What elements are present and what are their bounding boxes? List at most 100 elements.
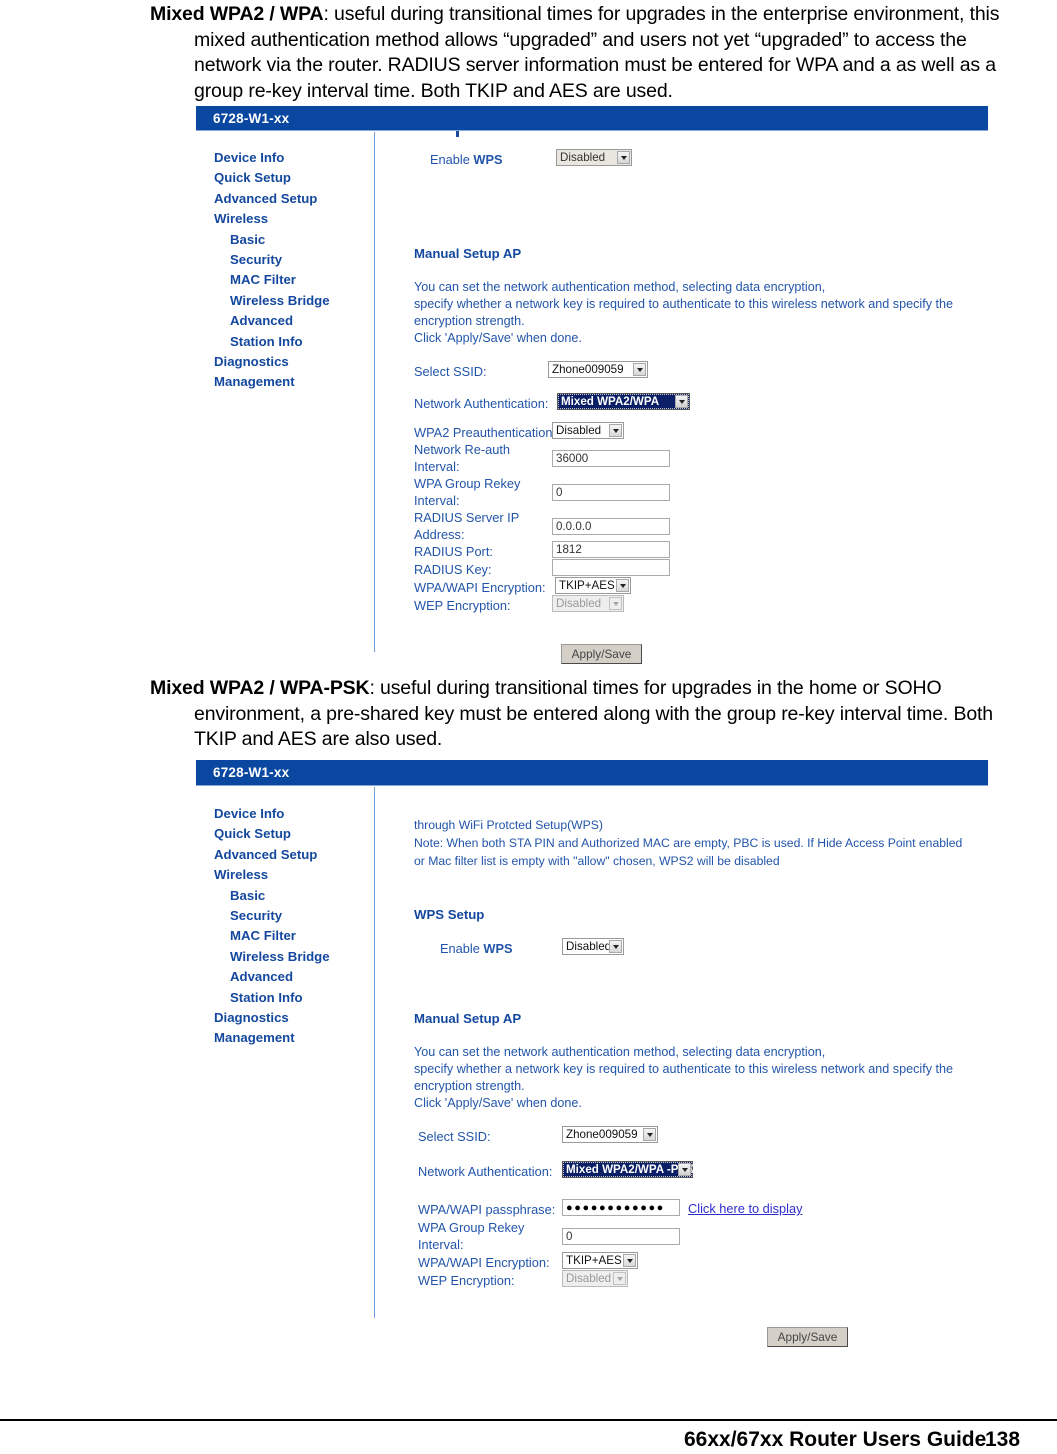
- select-ssid-label: Select SSID:: [414, 364, 487, 379]
- sidebar-item-basic[interactable]: Basic: [214, 886, 369, 906]
- enable-wps-select[interactable]: Disabled: [556, 149, 632, 166]
- chevron-down-icon[interactable]: [678, 1163, 691, 1176]
- wps-note-line-3: or Mac filter list is empty with "allow"…: [414, 854, 780, 868]
- title-bar-underline: [196, 130, 988, 131]
- enable-wps-select[interactable]: Disabled: [562, 938, 624, 955]
- wpa-group-rekey-interval-input[interactable]: 0: [562, 1228, 680, 1245]
- wps-note-line-2: Note: When both STA PIN and Authorized M…: [414, 836, 963, 850]
- radius-key-label: RADIUS Key:: [414, 562, 492, 577]
- router-title-label: 6728-W1-xx: [213, 110, 290, 126]
- wpa-group-rekey-interval-label-line2: Interval:: [418, 1237, 464, 1252]
- select-ssid-value: Zhone009059: [566, 1128, 638, 1141]
- wpa-wapi-passphrase-input[interactable]: ●●●●●●●●●●●●: [562, 1199, 680, 1216]
- sidebar-item-device-info[interactable]: Device Info: [214, 148, 369, 168]
- sidebar-item-quick-setup[interactable]: Quick Setup: [214, 168, 369, 188]
- manual-setup-heading: Manual Setup AP: [414, 1011, 522, 1026]
- apply-save-label: Apply/Save: [571, 647, 632, 661]
- network-reauth-interval-input[interactable]: 36000: [552, 450, 670, 467]
- sidebar-item-diagnostics[interactable]: Diagnostics: [214, 352, 369, 372]
- chevron-down-icon[interactable]: [617, 151, 630, 164]
- enable-wps-label-plain: Enable: [430, 152, 474, 167]
- sidebar-item-management[interactable]: Management: [214, 1028, 369, 1048]
- sidebar-item-station-info[interactable]: Station Info: [214, 332, 369, 352]
- radius-key-input[interactable]: [552, 559, 670, 576]
- sidebar-item-quick-setup[interactable]: Quick Setup: [214, 824, 369, 844]
- radius-port-input[interactable]: 1812: [552, 541, 670, 558]
- apply-save-label: Apply/Save: [777, 1330, 838, 1344]
- network-authentication-label: Network Authentication:: [418, 1164, 553, 1179]
- wpa2-preauthentication-label: WPA2 Preauthentication:: [414, 425, 557, 440]
- content-panel: through WiFi Protcted Setup(WPS) Note: W…: [396, 787, 988, 1347]
- enable-wps-label: Enable WPS: [430, 152, 503, 168]
- footer-divider: [0, 1419, 1057, 1421]
- wpa-group-rekey-interval-label-line1: WPA Group Rekey: [418, 1220, 525, 1235]
- click-here-to-display-link[interactable]: Click here to display: [688, 1201, 803, 1216]
- chevron-down-icon[interactable]: [623, 1254, 636, 1267]
- chevron-down-icon[interactable]: [616, 579, 629, 592]
- radius-server-ip-input[interactable]: 0.0.0.0: [552, 518, 670, 535]
- wpa-wapi-encryption-select[interactable]: TKIP+AES: [555, 577, 631, 594]
- wpa2-preauthentication-select[interactable]: Disabled: [552, 422, 624, 439]
- apply-save-button[interactable]: Apply/Save: [767, 1327, 848, 1347]
- wpa-group-rekey-interval-label-line1: WPA Group Rekey: [414, 476, 521, 491]
- wep-encryption-select: Disabled: [552, 595, 624, 612]
- title-bar-underline: [196, 785, 988, 786]
- chevron-down-icon[interactable]: [609, 424, 622, 437]
- manual-setup-blurb-line-1: You can set the network authentication m…: [414, 280, 826, 294]
- paragraph-2-lead: Mixed WPA2 / WPA-PSK: [150, 677, 370, 699]
- sidebar-item-security[interactable]: Security: [214, 906, 369, 926]
- wpa-wapi-encryption-label: WPA/WAPI Encryption:: [414, 580, 546, 595]
- sidebar-item-wireless-bridge[interactable]: Wireless Bridge: [214, 291, 369, 311]
- sidebar-item-advanced-setup[interactable]: Advanced Setup: [214, 845, 369, 865]
- wpa-wapi-encryption-select[interactable]: TKIP+AES: [562, 1252, 638, 1269]
- radius-server-ip-label-line2: Address:: [414, 527, 465, 542]
- network-reauth-interval-label-line1: Network Re-auth: [414, 442, 511, 457]
- sidebar-item-diagnostics[interactable]: Diagnostics: [214, 1008, 369, 1028]
- sidebar-item-mac-filter[interactable]: MAC Filter: [214, 926, 369, 946]
- chevron-down-icon[interactable]: [633, 363, 646, 376]
- wpa-wapi-passphrase-value: ●●●●●●●●●●●●: [566, 1201, 665, 1214]
- enable-wps-label: Enable WPS: [440, 941, 513, 957]
- chevron-down-icon[interactable]: [609, 940, 622, 953]
- apply-save-button[interactable]: Apply/Save: [561, 644, 642, 664]
- manual-setup-heading: Manual Setup AP: [414, 246, 522, 261]
- sidebar-item-security[interactable]: Security: [214, 250, 369, 270]
- select-ssid-label: Select SSID:: [418, 1129, 491, 1144]
- network-authentication-select[interactable]: Mixed WPA2/WPA: [557, 393, 690, 410]
- radius-server-ip-label-line1: RADIUS Server IP: [414, 510, 520, 525]
- sidebar-item-wireless[interactable]: Wireless: [214, 209, 369, 229]
- manual-setup-blurb-line-4: Click 'Apply/Save' when done.: [414, 331, 582, 345]
- wpa-group-rekey-interval-label-line2: Interval:: [414, 493, 460, 508]
- network-reauth-interval-label-line2: Interval:: [414, 459, 460, 474]
- manual-setup-blurb-line-3: encryption strength.: [414, 314, 525, 328]
- sidebar-item-wireless[interactable]: Wireless: [214, 865, 369, 885]
- select-ssid-select[interactable]: Zhone009059: [548, 361, 648, 378]
- sidebar-item-wireless-bridge[interactable]: Wireless Bridge: [214, 947, 369, 967]
- enable-wps-label-bold: WPS: [473, 152, 503, 167]
- network-authentication-value: Mixed WPA2/WPA -PSK: [566, 1163, 695, 1176]
- router-title-bar: 6728-W1-xx: [196, 106, 988, 130]
- wpa-wapi-encryption-value: TKIP+AES: [559, 579, 615, 592]
- sidebar-item-management[interactable]: Management: [214, 372, 369, 392]
- wep-encryption-label: WEP Encryption:: [418, 1273, 515, 1288]
- chevron-down-icon[interactable]: [675, 395, 688, 408]
- network-authentication-select[interactable]: Mixed WPA2/WPA -PSK: [562, 1161, 695, 1178]
- sidebar-item-mac-filter[interactable]: MAC Filter: [214, 270, 369, 290]
- enable-wps-value: Disabled: [566, 940, 612, 953]
- sidebar-item-basic[interactable]: Basic: [214, 230, 369, 250]
- wpa-wapi-encryption-value: TKIP+AES: [566, 1254, 622, 1267]
- footer-guide-title: 66xx/67xx Router Users Guide: [684, 1428, 987, 1451]
- network-authentication-label: Network Authentication:: [414, 396, 549, 411]
- wpa-group-rekey-interval-input[interactable]: 0: [552, 484, 670, 501]
- router-title-bar: 6728-W1-xx: [196, 760, 988, 785]
- enable-wps-label-plain: Enable: [440, 941, 484, 956]
- sidebar-item-station-info[interactable]: Station Info: [214, 988, 369, 1008]
- select-ssid-select[interactable]: Zhone009059: [562, 1126, 658, 1143]
- sidebar-item-advanced-setup[interactable]: Advanced Setup: [214, 189, 369, 209]
- sidebar-item-advanced[interactable]: Advanced: [214, 311, 369, 331]
- sidebar-item-device-info[interactable]: Device Info: [214, 804, 369, 824]
- sidebar-item-advanced[interactable]: Advanced: [214, 967, 369, 987]
- chevron-down-icon[interactable]: [643, 1128, 656, 1141]
- footer-page-number: 138: [985, 1428, 1021, 1451]
- paragraph-mixed-wpa2-wpa-psk: Mixed WPA2 / WPA-PSK: useful during tran…: [150, 676, 1030, 753]
